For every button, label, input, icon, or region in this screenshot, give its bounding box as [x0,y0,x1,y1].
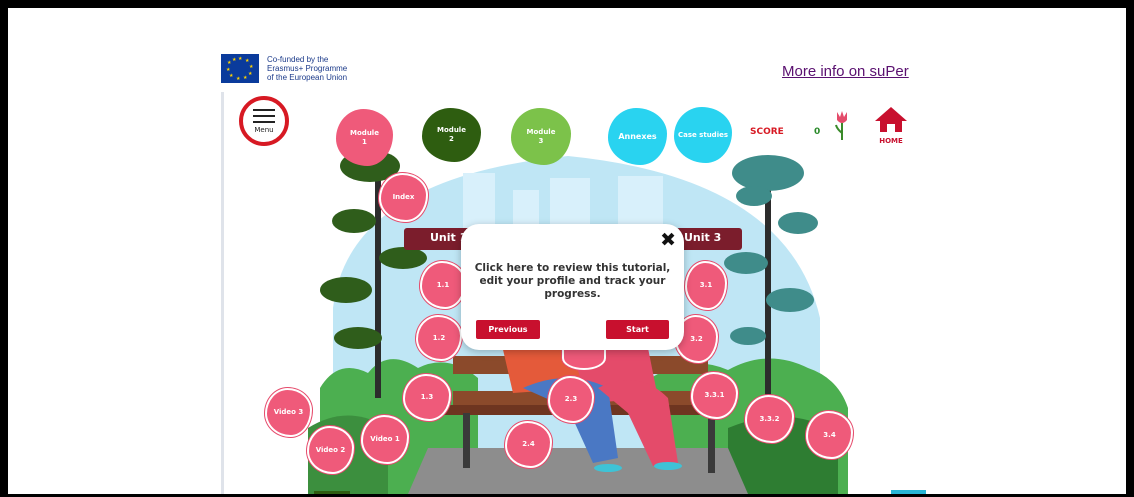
lesson-3-4[interactable]: 3.4 [806,411,853,459]
lesson-label: 2.3 [564,395,578,403]
menu-button[interactable]: Menu [239,96,289,146]
lesson-label: 3.3.2 [759,414,780,423]
lesson-label: 3.3.1 [704,391,725,399]
video-label: Video 1 [370,435,400,443]
nav-label: Module [526,127,556,136]
nav-module-2[interactable]: Module 2 [422,108,481,162]
menu-label: Menu [254,126,274,134]
lesson-label: 1.3 [420,393,434,401]
score-label: SCORE [750,127,784,137]
video-1[interactable]: Video 1 [361,415,409,464]
nav-annexes[interactable]: Annexes [608,108,667,165]
lesson-2-4[interactable]: 2.4 [505,421,552,468]
video-3[interactable]: Video 3 [265,388,312,437]
nav-module-3[interactable]: Module 3 [511,108,571,165]
lesson-label: 1.1 [436,280,450,289]
unit-3-label: Unit 3 [684,231,722,244]
lesson-label: 1.2 [432,333,446,342]
hamburger-icon [253,109,275,111]
home-button[interactable]: HOME [874,106,908,145]
nav-label: Annexes [618,132,657,141]
tulip-icon [835,111,847,140]
house-icon [875,107,907,132]
index-button[interactable]: Index [379,173,428,222]
page: ★ ★ ★ ★ ★ ★ ★ ★ ★ ★ Co-funded by the Erasmus+… [8,8,1126,494]
hamburger-icon [253,121,275,123]
unit-3-banner[interactable]: Unit 3 [676,228,742,250]
lesson-3-1[interactable]: 3.1 [685,261,727,310]
bottom-green-bar [314,491,350,494]
lesson-label: 3.4 [823,430,836,439]
lesson-label: 2.4 [522,440,535,448]
nav-label: 3 [538,136,544,145]
tutorial-dialog: ✖ Click here to review this tutorial, ed… [461,224,684,350]
lesson-label: 3.2 [690,334,703,343]
home-label: HOME [879,137,903,145]
close-icon[interactable]: ✖ [660,229,676,251]
lesson-2-3[interactable]: 2.3 [548,376,594,423]
lesson-3-3-1[interactable]: 3.3.1 [691,372,738,419]
previous-button[interactable]: Previous [476,320,540,339]
lesson-3-3-2[interactable]: 3.3.2 [745,395,794,443]
video-label: Video 3 [273,408,304,416]
lesson-1-2[interactable]: 1.2 [416,315,462,361]
index-label: Index [392,193,415,201]
nav-module-1[interactable]: Module 1 [336,109,393,166]
start-button[interactable]: Start [606,320,669,339]
bottom-cyan-bar [891,490,926,494]
nav-label: 1 [362,137,367,146]
nav-case-studies[interactable]: Case studies [674,107,732,163]
video-2[interactable]: Video 2 [307,426,354,474]
video-label: Video 2 [315,445,346,454]
hamburger-icon [253,115,275,117]
nav-label: Module [350,128,379,137]
nav-label: Case studies [677,130,729,139]
nav-label: Module [437,126,466,134]
nav-label: 2 [449,135,454,143]
lesson-1-3[interactable]: 1.3 [403,374,451,421]
tutorial-message: Click here to review this tutorial, edit… [474,262,671,300]
score-value: 0 [814,127,821,137]
lesson-1-1[interactable]: 1.1 [420,261,466,309]
lesson-label: 3.1 [699,281,713,289]
